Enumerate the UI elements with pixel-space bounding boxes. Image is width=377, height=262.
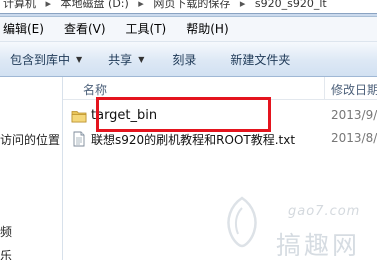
menu-view[interactable]: 查看(V) xyxy=(59,17,111,41)
share-button[interactable]: 共享 ▼ xyxy=(102,47,150,71)
breadcrumb-current[interactable]: s920_s920_lt xyxy=(255,0,327,13)
breadcrumb-folder[interactable]: 网页下载的保存 xyxy=(153,0,230,13)
column-divider[interactable] xyxy=(324,77,325,99)
breadcrumb-separator-icon[interactable]: ▸ xyxy=(40,0,58,13)
column-header-date-modified[interactable]: 修改日期 xyxy=(331,81,377,98)
file-name: 联想s920的刷机教程和ROOT教程.txt xyxy=(91,133,296,147)
menu-edit[interactable]: 编辑(E) xyxy=(0,17,49,41)
menu-help[interactable]: 帮助(H) xyxy=(181,17,233,41)
include-in-library-label: 包含到库中 xyxy=(10,52,71,67)
address-path[interactable]: 计算机 ▸ 本地磁盘 (D:) ▸ 网页下载的保存 ▸ s920_s920_lt xyxy=(0,0,377,14)
nav-item-music[interactable]: 乐 xyxy=(0,247,12,260)
new-folder-label: 新建文件夹 xyxy=(230,52,291,67)
column-header-name[interactable]: 名称 xyxy=(83,81,107,98)
breadcrumb-computer[interactable]: 计算机 xyxy=(3,0,36,13)
highlight-box xyxy=(96,97,271,132)
watermark-url: gao7.com xyxy=(288,204,361,219)
share-label: 共享 xyxy=(108,52,133,67)
menu-tools[interactable]: 工具(T) xyxy=(121,17,172,41)
breadcrumb-separator-icon[interactable]: ▸ xyxy=(234,0,252,13)
breadcrumb-separator-icon[interactable]: ▸ xyxy=(132,0,150,13)
folder-icon xyxy=(71,111,87,123)
burn-label: 刻录 xyxy=(172,52,197,67)
command-bar: 包含到库中 ▼ 共享 ▼ 刻录 新建文件夹 xyxy=(0,42,377,77)
watermark-site: 搞趣网 xyxy=(276,231,361,260)
include-in-library-button[interactable]: 包含到库中 ▼ xyxy=(4,47,88,71)
file-date: 2013/9/ xyxy=(331,108,377,122)
text-file-icon xyxy=(73,131,85,147)
nav-item-videos[interactable]: 频 xyxy=(0,223,12,240)
chevron-down-icon: ▼ xyxy=(138,54,145,64)
navigation-pane: 访问的位置 频 乐 xyxy=(0,77,63,260)
breadcrumb-drive[interactable]: 本地磁盘 (D:) xyxy=(61,0,129,13)
burn-button[interactable]: 刻录 xyxy=(166,47,202,71)
watermark-logo-icon xyxy=(227,196,257,248)
address-bar: 计算机 ▸ 本地磁盘 (D:) ▸ 网页下载的保存 ▸ s920_s920_lt xyxy=(0,0,377,17)
new-folder-button[interactable]: 新建文件夹 xyxy=(224,47,296,71)
menu-bar: 编辑(E) 查看(V) 工具(T) 帮助(H) xyxy=(0,17,377,42)
chevron-down-icon: ▼ xyxy=(76,54,83,64)
file-date: 2013/8/ xyxy=(331,131,377,145)
nav-item-recent-places[interactable]: 访问的位置 xyxy=(0,131,60,148)
